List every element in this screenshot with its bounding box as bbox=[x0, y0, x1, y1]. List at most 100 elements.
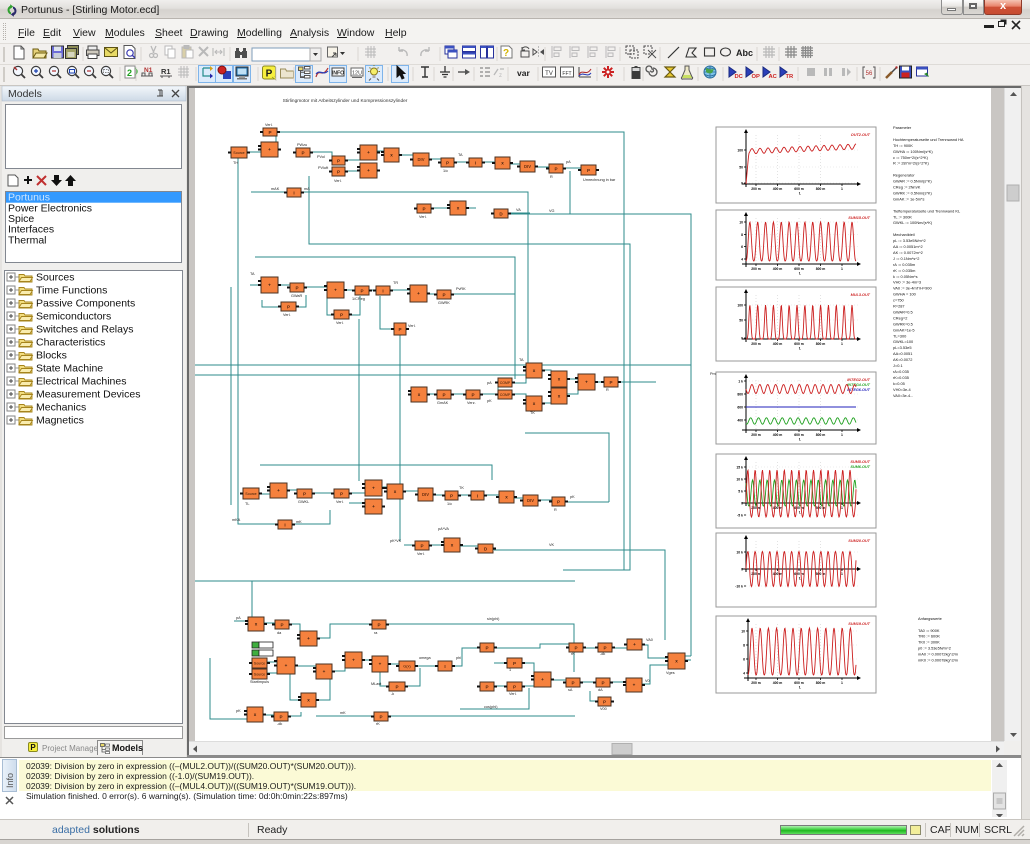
svg-text:x: x bbox=[254, 712, 257, 717]
svg-text:12U: 12U bbox=[352, 71, 362, 77]
svg-text:GWKL=100: GWKL=100 bbox=[893, 339, 914, 344]
svg-text:GWRK: GWRK bbox=[438, 301, 450, 305]
svg-text:400 m: 400 m bbox=[773, 342, 783, 346]
svg-text:10 k: 10 k bbox=[736, 550, 743, 554]
svg-text:TK: TK bbox=[530, 411, 535, 415]
svg-text:k=0.05: k=0.05 bbox=[893, 381, 905, 386]
svg-text:I: I bbox=[444, 664, 445, 669]
svg-text:400 m: 400 m bbox=[773, 572, 783, 576]
svg-text:600 m: 600 m bbox=[794, 342, 804, 346]
svg-text:omega: omega bbox=[419, 656, 431, 660]
svg-text:Magnetics: Magnetics bbox=[36, 415, 84, 427]
svg-text:pL := 3.53e5N/m^2: pL := 3.53e5N/m^2 bbox=[893, 238, 926, 243]
svg-text:Verl.: Verl. bbox=[283, 313, 291, 317]
svg-text:P: P bbox=[268, 130, 271, 135]
svg-text:pA: pA bbox=[566, 160, 571, 164]
svg-text:FFT: FFT bbox=[562, 71, 571, 77]
svg-text:400 m: 400 m bbox=[773, 681, 783, 685]
svg-text:Verl.: Verl. bbox=[265, 123, 273, 127]
svg-text:pK: pK bbox=[487, 399, 492, 403]
svg-text:INTEG2.OUT: INTEG2.OUT bbox=[847, 378, 870, 382]
svg-text:AA := 0.0051m^2: AA := 0.0051m^2 bbox=[893, 244, 923, 249]
svg-text:200 m: 200 m bbox=[751, 267, 761, 271]
svg-text:R := 287m^2/(s^2*K): R := 287m^2/(s^2*K) bbox=[893, 161, 929, 166]
svg-text:800: 800 bbox=[737, 392, 743, 396]
svg-text:sA: sA bbox=[568, 688, 573, 692]
svg-text:+: + bbox=[372, 486, 375, 491]
svg-text:800 m: 800 m bbox=[816, 572, 826, 576]
svg-text:TR: TR bbox=[786, 74, 795, 80]
svg-text:6: 6 bbox=[743, 657, 745, 661]
svg-text:400 m: 400 m bbox=[773, 506, 783, 510]
svg-text:var: var bbox=[517, 68, 530, 78]
svg-text:x: x bbox=[390, 153, 393, 158]
svg-text:Anfangswerte: Anfangswerte bbox=[918, 616, 942, 621]
svg-text:Vges: Vges bbox=[666, 671, 675, 675]
svg-text:Mechanics: Mechanics bbox=[36, 402, 86, 414]
svg-text:P: P bbox=[287, 304, 290, 309]
svg-text:MLast: MLast bbox=[371, 682, 382, 686]
svg-text:t.: t. bbox=[799, 511, 801, 515]
svg-text:P: P bbox=[395, 684, 398, 689]
svg-text:2: 2 bbox=[127, 68, 132, 78]
svg-text:x: x bbox=[307, 698, 310, 703]
svg-text:-dk: -dk bbox=[600, 652, 605, 656]
svg-text:SUM19.OUT: SUM19.OUT bbox=[848, 622, 870, 626]
svg-text:DIV: DIV bbox=[524, 164, 531, 169]
svg-text:600 m: 600 m bbox=[794, 267, 804, 271]
svg-text:8: 8 bbox=[743, 643, 745, 647]
svg-text:P: P bbox=[337, 158, 340, 163]
svg-text:+: + bbox=[277, 488, 280, 493]
svg-text:GmAK: GmAK bbox=[437, 401, 449, 405]
svg-text:P: P bbox=[422, 206, 425, 211]
svg-text:CReg := 2Nm/K: CReg := 2Nm/K bbox=[893, 185, 921, 190]
svg-text:200 m: 200 m bbox=[751, 433, 761, 437]
svg-text:1: 1 bbox=[509, 668, 511, 672]
svg-text:+: + bbox=[372, 504, 375, 509]
svg-text:Verl.: Verl. bbox=[336, 321, 344, 325]
svg-text:1: 1 bbox=[841, 267, 843, 271]
svg-text:GWHA := 100Nm/(s*K): GWHA := 100Nm/(s*K) bbox=[893, 149, 933, 154]
svg-text:0: 0 bbox=[741, 501, 743, 505]
svg-text:800 m: 800 m bbox=[816, 681, 826, 685]
svg-text:600: 600 bbox=[737, 405, 743, 409]
svg-text:-k: -k bbox=[391, 692, 394, 696]
svg-text:P: P bbox=[398, 327, 401, 332]
svg-text:t.: t. bbox=[799, 192, 801, 196]
svg-text:+: + bbox=[585, 380, 588, 385]
svg-text:DIV: DIV bbox=[418, 157, 425, 162]
svg-text:VA0=3e-4...: VA0=3e-4... bbox=[893, 393, 913, 398]
svg-text:mK0 := 0.00078kg^2/m: mK0 := 0.00078kg^2/m bbox=[918, 657, 958, 662]
svg-text:P: P bbox=[485, 684, 488, 689]
svg-text:Source: Source bbox=[254, 672, 265, 676]
svg-text:Characteristics: Characteristics bbox=[36, 337, 105, 349]
svg-text:Stirlingmotor mit Arbeitszylin: Stirlingmotor mit Arbeitszylinder und Ko… bbox=[283, 98, 408, 104]
svg-text:TL=300: TL=300 bbox=[893, 333, 907, 338]
svg-text:ra: ra bbox=[374, 631, 378, 635]
svg-text:600 m: 600 m bbox=[794, 572, 804, 576]
svg-text:mA0 := 0.00072kg^2/m: mA0 := 0.00072kg^2/m bbox=[918, 651, 958, 656]
svg-text:COMP: COMP bbox=[500, 381, 511, 385]
svg-text:TV: TV bbox=[545, 71, 553, 77]
svg-text:P: P bbox=[442, 392, 445, 397]
svg-text:10: 10 bbox=[741, 629, 745, 633]
svg-text:P: P bbox=[295, 285, 298, 290]
svg-text:INTEG6.OUT: INTEG6.OUT bbox=[847, 388, 870, 392]
svg-text:I: I bbox=[284, 522, 285, 527]
svg-text:Mechanikteil: Mechanikteil bbox=[893, 232, 915, 237]
svg-text:Sources: Sources bbox=[36, 272, 75, 284]
svg-text:SUM5.OUT: SUM5.OUT bbox=[850, 460, 870, 464]
svg-text:x: x bbox=[457, 206, 460, 211]
svg-text:x: x bbox=[675, 659, 678, 664]
svg-text:TH := 900K: TH := 900K bbox=[893, 143, 913, 148]
svg-text:Source: Source bbox=[245, 492, 256, 496]
svg-text:+: + bbox=[633, 683, 636, 688]
svg-text:x: x bbox=[505, 495, 508, 500]
svg-text:+: + bbox=[379, 662, 382, 667]
svg-text:50: 50 bbox=[739, 165, 743, 169]
svg-text:c=750: c=750 bbox=[893, 298, 905, 303]
svg-text:t.: t. bbox=[799, 272, 801, 276]
svg-text:x: x bbox=[501, 161, 504, 166]
svg-text:1: 1 bbox=[841, 681, 843, 685]
svg-text:PVol: PVol bbox=[317, 155, 325, 159]
